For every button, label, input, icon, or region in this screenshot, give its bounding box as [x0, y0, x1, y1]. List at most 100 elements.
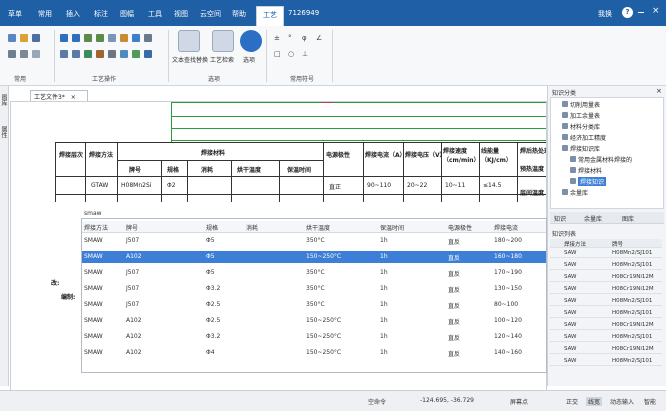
tree-item[interactable]: 焊接知识: [578, 177, 607, 186]
check-icon[interactable]: [144, 50, 152, 58]
popup-row[interactable]: SMAW J507 Φ5 350°C 1h 直反 180~200: [82, 235, 546, 247]
document-tab[interactable]: 工艺文件3* ×: [30, 90, 88, 101]
insert-col-icon[interactable]: [96, 34, 104, 42]
cell-current[interactable]: 90~110: [367, 182, 391, 189]
symbol-angle-icon[interactable]: ∠: [316, 34, 324, 42]
insert-row-icon[interactable]: [84, 34, 92, 42]
popup-cell-polarity: 直反: [448, 255, 461, 262]
knowledge-list-row[interactable]: SAW H08Mn2/SJ101: [550, 357, 662, 366]
process-search-icon[interactable]: [212, 30, 234, 52]
cell-polarity[interactable]: 直正: [329, 182, 341, 191]
symbol-degree-icon[interactable]: °: [288, 34, 296, 42]
menu-account-id[interactable]: 7126949: [288, 9, 319, 17]
format-icon[interactable]: [132, 34, 140, 42]
symbol-plus-icon[interactable]: ±: [274, 34, 282, 42]
paste-icon[interactable]: [120, 34, 128, 42]
knowledge-list-row[interactable]: SAW H08Cr19Ni12M: [550, 273, 662, 282]
tab-library[interactable]: 图库: [622, 214, 634, 223]
lock-icon[interactable]: [108, 50, 116, 58]
close-icon[interactable]: ×: [71, 94, 76, 101]
tree-item[interactable]: 常用金属材料焊接的: [578, 155, 632, 164]
clear-icon[interactable]: [96, 50, 104, 58]
symbol-phi-icon[interactable]: φ: [302, 34, 310, 42]
symbol-circle-icon[interactable]: ○: [288, 50, 296, 58]
material-picker-popup[interactable]: smaw 焊接方法 牌号 规格 消耗 烘干温度 保温时间 电源极性 焊接电流 S…: [81, 210, 547, 373]
popup-row[interactable]: SMAW A102 Φ5 150~250°C 1h 直反 160~180: [82, 251, 546, 263]
menu-file[interactable]: 草单: [8, 9, 22, 19]
knowledge-list-row[interactable]: SAW H08Mn2/SJ101: [550, 261, 662, 270]
arrow-left-icon[interactable]: [60, 34, 68, 42]
close-icon[interactable]: ×: [652, 6, 660, 16]
status-smart[interactable]: 智能: [644, 397, 656, 406]
fill-icon[interactable]: [84, 50, 92, 58]
cell-spec[interactable]: Φ2: [167, 182, 176, 189]
save-icon[interactable]: [32, 34, 40, 42]
menu-frame[interactable]: 图幅: [120, 9, 134, 19]
knowledge-list-row[interactable]: SAW H08Mn2/SJ101: [550, 333, 662, 342]
popup-row[interactable]: SMAW A102 Φ3.2 150~250°C 1h 直反 120~140: [82, 331, 546, 343]
menu-insert[interactable]: 插入: [66, 9, 80, 19]
user-name[interactable]: 我换: [598, 9, 612, 19]
knowledge-list-row[interactable]: SAW H08Mn2/SJ101: [550, 249, 662, 258]
table-icon[interactable]: [144, 34, 152, 42]
menu-annotate[interactable]: 标注: [94, 9, 108, 19]
tree-item[interactable]: 经济加工精度: [570, 133, 606, 142]
knowledge-list-row[interactable]: SAW H08Mn2/SJ101: [550, 309, 662, 318]
menu-view[interactable]: 视图: [174, 9, 188, 19]
knowledge-list-row[interactable]: SAW H08Mn2/SJ101: [550, 297, 662, 306]
popup-row[interactable]: SMAW A102 Φ4 150~250°C 1h 直反 140~160: [82, 347, 546, 359]
knowledge-list-row[interactable]: SAW H08Cr19Ni12M: [550, 321, 662, 330]
status-snap[interactable]: 屏幕点: [510, 397, 528, 406]
symbol-line-icon[interactable]: ⊥: [302, 50, 310, 58]
cell-energy[interactable]: ≤14.5: [483, 182, 501, 189]
cell-brand[interactable]: H08Mn2Si: [121, 182, 151, 189]
tree-item[interactable]: 余量库: [570, 188, 588, 197]
symbol-square-icon[interactable]: □: [274, 50, 282, 58]
knowledge-list-row[interactable]: SAW H08Cr19Ni12M: [550, 345, 662, 354]
status-ortho[interactable]: 正交: [566, 397, 578, 406]
process-search-button[interactable]: 工艺检索: [210, 55, 234, 64]
tree-item[interactable]: 焊接知识库: [570, 144, 600, 153]
menu-help[interactable]: 帮助: [232, 9, 246, 19]
popup-row[interactable]: SMAW J507 Φ3.2 350°C 1h 直反 130~150: [82, 283, 546, 295]
undo-icon[interactable]: [32, 50, 40, 58]
arrow-right-icon[interactable]: [72, 34, 80, 42]
tab-knowledge[interactable]: 知识: [554, 214, 566, 223]
status-dynamic-input[interactable]: 动态输入: [610, 397, 634, 406]
popup-row[interactable]: SMAW J507 Φ2.5 350°C 1h 直反 80~100: [82, 299, 546, 311]
cell-speed[interactable]: 10~11: [445, 182, 465, 189]
image-icon[interactable]: [120, 50, 128, 58]
menu-cloud[interactable]: 云空间: [200, 9, 221, 19]
split-icon[interactable]: [72, 50, 80, 58]
tab-library[interactable]: 图库: [0, 94, 8, 106]
close-icon[interactable]: ×: [656, 87, 662, 95]
copy-icon[interactable]: [108, 34, 116, 42]
find-replace-icon[interactable]: [178, 30, 200, 52]
tree-item[interactable]: 材料分类库: [570, 122, 600, 131]
tree-item[interactable]: 加工余量表: [570, 111, 600, 120]
open-icon[interactable]: [20, 34, 28, 42]
find-replace-button[interactable]: 文本查找替换: [172, 55, 208, 64]
tab-allowance[interactable]: 余量库: [584, 214, 602, 223]
status-lineweight[interactable]: 线宽: [586, 397, 603, 406]
knowledge-list-row[interactable]: SAW H08Cr19Ni12M: [550, 285, 662, 294]
popup-row[interactable]: SMAW J507 Φ5 350°C 1h 直反 170~190: [82, 267, 546, 279]
popup-row[interactable]: SMAW A102 Φ2.5 150~250°C 1h 直反 100~120: [82, 315, 546, 327]
minimize-icon[interactable]: [638, 12, 644, 13]
cell-voltage[interactable]: 20~22: [407, 182, 427, 189]
gear-icon[interactable]: [240, 30, 262, 52]
tab-properties[interactable]: 属性: [0, 126, 8, 138]
merge-icon[interactable]: [60, 50, 68, 58]
tree-item[interactable]: 焊接材料: [578, 166, 602, 175]
menu-process[interactable]: 工艺: [256, 6, 284, 26]
export-icon[interactable]: [132, 50, 140, 58]
help-icon[interactable]: ?: [622, 7, 633, 18]
cell-method[interactable]: GTAW: [91, 182, 108, 189]
tree-item[interactable]: 切削用量表: [570, 100, 600, 109]
search-icon[interactable]: [8, 50, 16, 58]
options-button[interactable]: 选项: [243, 55, 255, 64]
new-icon[interactable]: [8, 34, 16, 42]
menu-common[interactable]: 常用: [38, 9, 52, 19]
print-icon[interactable]: [20, 50, 28, 58]
menu-tools[interactable]: 工具: [148, 9, 162, 19]
